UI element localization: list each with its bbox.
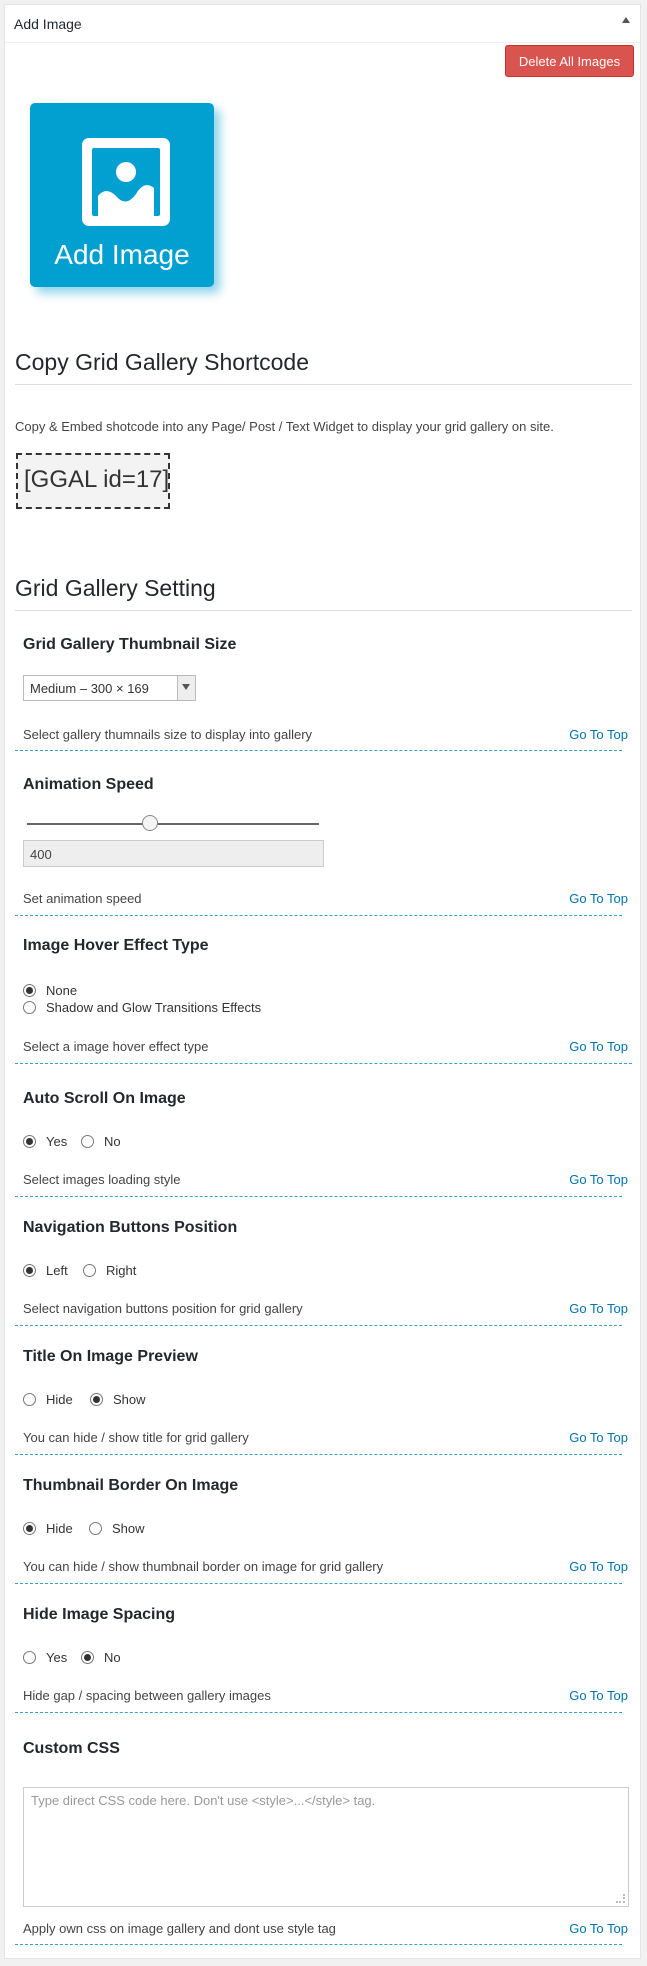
shortcode-text: [GGAL id=17] [24,466,170,493]
custom-css-textarea[interactable]: Type direct CSS code here. Don't use <st… [23,1787,629,1907]
auto-scroll-desc: Select images loading style [23,1172,181,1187]
title-preview-title: Title On Image Preview [23,1348,198,1365]
section-divider [15,1712,622,1713]
section-divider [15,1583,622,1584]
custom-css-desc: Apply own css on image gallery and dont … [23,1921,336,1936]
nav-position-title: Navigation Buttons Position [23,1219,238,1236]
nav-left-label[interactable]: Left [46,1263,68,1278]
nav-right-radio[interactable] [83,1264,96,1277]
add-image-metabox: Add Image Delete All Images Add Image Co… [4,4,641,1959]
spacing-no-radio[interactable] [81,1651,94,1664]
animation-speed-input[interactable]: 400 [23,840,324,867]
shortcode-help-text: Copy & Embed shotcode into any Page/ Pos… [15,419,554,434]
title-show-label[interactable]: Show [113,1392,146,1407]
add-image-label: Add Image [54,239,190,270]
hover-none-radio[interactable] [23,984,36,997]
nav-right-label[interactable]: Right [106,1263,136,1278]
title-hide-label[interactable]: Hide [46,1392,73,1407]
section-divider [15,915,622,916]
hover-effect-desc: Select a image hover effect type [23,1039,209,1054]
slider-handle[interactable] [142,815,158,831]
title-hide-radio[interactable] [23,1393,36,1406]
heading-divider [15,610,632,611]
border-show-radio[interactable] [89,1522,102,1535]
section-divider [15,750,622,751]
metabox-header[interactable]: Add Image [5,5,640,43]
spacing-no-label[interactable]: No [104,1650,121,1665]
auto-scroll-yes-radio[interactable] [23,1135,36,1148]
go-to-top-link[interactable]: Go To Top [569,1559,628,1574]
go-to-top-link[interactable]: Go To Top [569,1688,628,1703]
hide-spacing-title: Hide Image Spacing [23,1606,176,1623]
border-hide-radio[interactable] [23,1522,36,1535]
hover-shadow-glow-radio[interactable] [23,1001,36,1014]
border-hide-label[interactable]: Hide [46,1521,73,1536]
go-to-top-link[interactable]: Go To Top [569,1430,628,1445]
nav-position-desc: Select navigation buttons position for g… [23,1301,303,1316]
border-show-label[interactable]: Show [112,1521,145,1536]
shortcode-heading: Copy Grid Gallery Shortcode [15,349,310,375]
thumb-border-desc: You can hide / show thumbnail border on … [23,1559,384,1574]
go-to-top-link[interactable]: Go To Top [569,1301,628,1316]
resize-grip-icon[interactable] [616,1894,625,1903]
heading-divider [15,384,632,385]
add-image-button[interactable]: Add Image [30,103,214,287]
hover-shadow-glow-label[interactable]: Shadow and Glow Transitions Effects [46,1000,261,1015]
animation-speed-slider[interactable] [27,823,319,825]
auto-scroll-title: Auto Scroll On Image [23,1090,186,1107]
hover-effect-title: Image Hover Effect Type [23,937,209,954]
section-divider [15,1454,622,1455]
collapse-arrow-icon[interactable] [622,17,630,23]
go-to-top-link[interactable]: Go To Top [569,891,628,906]
shortcode-box[interactable]: [GGAL id=17] [16,453,170,509]
hide-spacing-desc: Hide gap / spacing between gallery image… [23,1688,271,1703]
image-icon [82,138,170,226]
go-to-top-link[interactable]: Go To Top [569,727,628,742]
section-divider [15,1063,632,1064]
custom-css-title: Custom CSS [23,1740,120,1757]
hover-none-label[interactable]: None [46,983,77,998]
nav-left-radio[interactable] [23,1264,36,1277]
animation-speed-value: 400 [30,847,52,862]
custom-css-placeholder: Type direct CSS code here. Don't use <st… [31,1793,376,1808]
section-divider [15,1196,622,1197]
auto-scroll-no-label[interactable]: No [104,1134,121,1149]
title-show-radio[interactable] [90,1393,103,1406]
settings-heading: Grid Gallery Setting [15,575,216,601]
spacing-yes-label[interactable]: Yes [46,1650,67,1665]
thumbnail-size-desc: Select gallery thumnails size to display… [23,727,313,742]
chevron-down-icon [182,684,190,690]
spacing-yes-radio[interactable] [23,1651,36,1664]
go-to-top-link[interactable]: Go To Top [569,1039,628,1054]
thumbnail-size-title: Grid Gallery Thumbnail Size [23,636,237,653]
auto-scroll-yes-label[interactable]: Yes [46,1134,67,1149]
go-to-top-link[interactable]: Go To Top [569,1172,628,1187]
animation-speed-desc: Set animation speed [23,891,142,906]
thumbnail-size-value: Medium – 300 × 169 [30,681,149,696]
thumb-border-title: Thumbnail Border On Image [23,1477,239,1494]
title-preview-desc: You can hide / show title for grid galle… [23,1430,249,1445]
animation-speed-title: Animation Speed [23,776,154,793]
go-to-top-link[interactable]: Go To Top [569,1921,628,1936]
thumbnail-size-select[interactable]: Medium – 300 × 169 [23,675,196,701]
section-divider [15,1944,622,1945]
select-arrow [177,676,195,700]
delete-all-images-button[interactable]: Delete All Images [505,45,634,77]
auto-scroll-no-radio[interactable] [81,1135,94,1148]
metabox-title: Add Image [14,16,82,32]
section-divider [15,1325,622,1326]
